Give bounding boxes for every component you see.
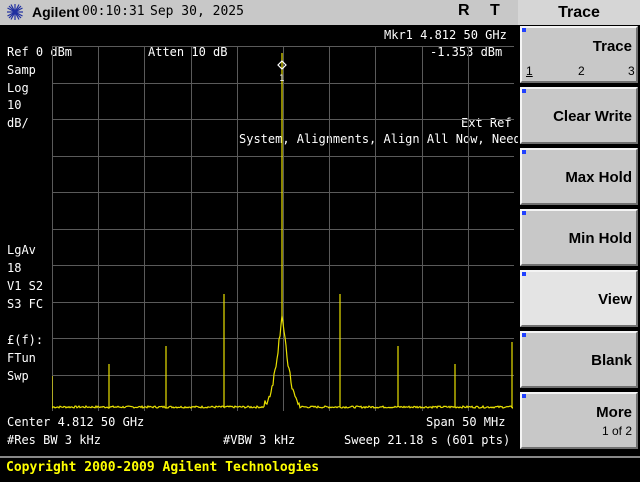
softkey-panel: Trace Trace 1 2 3 Clear Write Max Hold M… bbox=[518, 0, 640, 456]
brand-label: Agilent bbox=[32, 4, 80, 20]
menu-title: Trace bbox=[518, 0, 640, 25]
key-tick bbox=[522, 28, 526, 32]
view-label: View bbox=[598, 291, 632, 308]
key-tick bbox=[522, 333, 526, 337]
video-bandwidth: #VBW 3 kHz bbox=[223, 433, 296, 447]
key-tick bbox=[522, 89, 526, 93]
scale-unit-annotation: dB/ bbox=[7, 116, 29, 130]
key-tick bbox=[522, 211, 526, 215]
remote-indicator: R bbox=[458, 2, 470, 19]
sweep-annotation: Swp bbox=[7, 369, 29, 383]
frequency-span: Span 50 MHz bbox=[426, 415, 506, 429]
sweep-time: Sweep 21.18 s (601 pts) bbox=[344, 433, 511, 447]
blank-button[interactable]: Blank bbox=[520, 331, 638, 388]
more-button[interactable]: More 1 of 2 bbox=[520, 392, 638, 449]
function-annotation: £(f): bbox=[7, 333, 44, 347]
agilent-spark-icon bbox=[7, 4, 23, 20]
key-tick bbox=[522, 394, 526, 398]
graticule-grid bbox=[52, 46, 514, 411]
marker-number: 1 bbox=[279, 74, 284, 84]
trace-select-label: Trace bbox=[592, 38, 632, 55]
trace-option-2[interactable]: 2 bbox=[578, 64, 585, 78]
spectrum-graticule: 1 bbox=[52, 46, 514, 411]
max-hold-button[interactable]: Max Hold bbox=[520, 148, 638, 205]
key-tick bbox=[522, 272, 526, 276]
trigger-indicator: T bbox=[490, 2, 500, 19]
copyright-bar: Copyright 2000-2009 Agilent Technologies bbox=[0, 456, 640, 482]
trace-mode-annotation: V1 S2 bbox=[7, 279, 44, 293]
clock-time: 00:10:31 bbox=[82, 4, 145, 19]
more-page-label: 1 of 2 bbox=[601, 424, 632, 438]
min-hold-label: Min Hold bbox=[568, 230, 632, 247]
spectrum-trace bbox=[52, 53, 514, 410]
scale-type-annotation: Log bbox=[7, 81, 29, 95]
copyright-text: Copyright 2000-2009 Agilent Technologies bbox=[6, 460, 320, 475]
trace-select-button[interactable]: Trace 1 2 3 bbox=[520, 26, 638, 83]
trace-mode-annotation-2: S3 FC bbox=[7, 297, 44, 311]
detector-annotation: Samp bbox=[7, 63, 36, 77]
max-hold-label: Max Hold bbox=[565, 169, 632, 186]
view-button[interactable]: View bbox=[520, 270, 638, 327]
marker-readout: Mkr1 4.812 50 GHz bbox=[384, 28, 507, 42]
more-label: More bbox=[596, 404, 632, 421]
average-type-annotation: LgAv bbox=[7, 243, 36, 257]
min-hold-button[interactable]: Min Hold bbox=[520, 209, 638, 266]
clock-date: Sep 30, 2025 bbox=[150, 4, 244, 19]
clear-write-label: Clear Write bbox=[553, 108, 632, 125]
resolution-bandwidth: #Res BW 3 kHz bbox=[7, 433, 101, 447]
key-tick bbox=[522, 150, 526, 154]
center-frequency: Center 4.812 50 GHz bbox=[7, 415, 145, 429]
blank-label: Blank bbox=[591, 352, 632, 369]
trace-option-3[interactable]: 3 bbox=[628, 64, 635, 78]
scale-value-annotation: 10 bbox=[7, 98, 22, 112]
function-tune-annotation: FTun bbox=[7, 351, 36, 365]
status-bar: Agilent 00:10:31 Sep 30, 2025 R T bbox=[0, 0, 518, 25]
trace-option-1[interactable]: 1 bbox=[526, 64, 533, 78]
clear-write-button[interactable]: Clear Write bbox=[520, 87, 638, 144]
average-count-annotation: 18 bbox=[7, 261, 22, 275]
